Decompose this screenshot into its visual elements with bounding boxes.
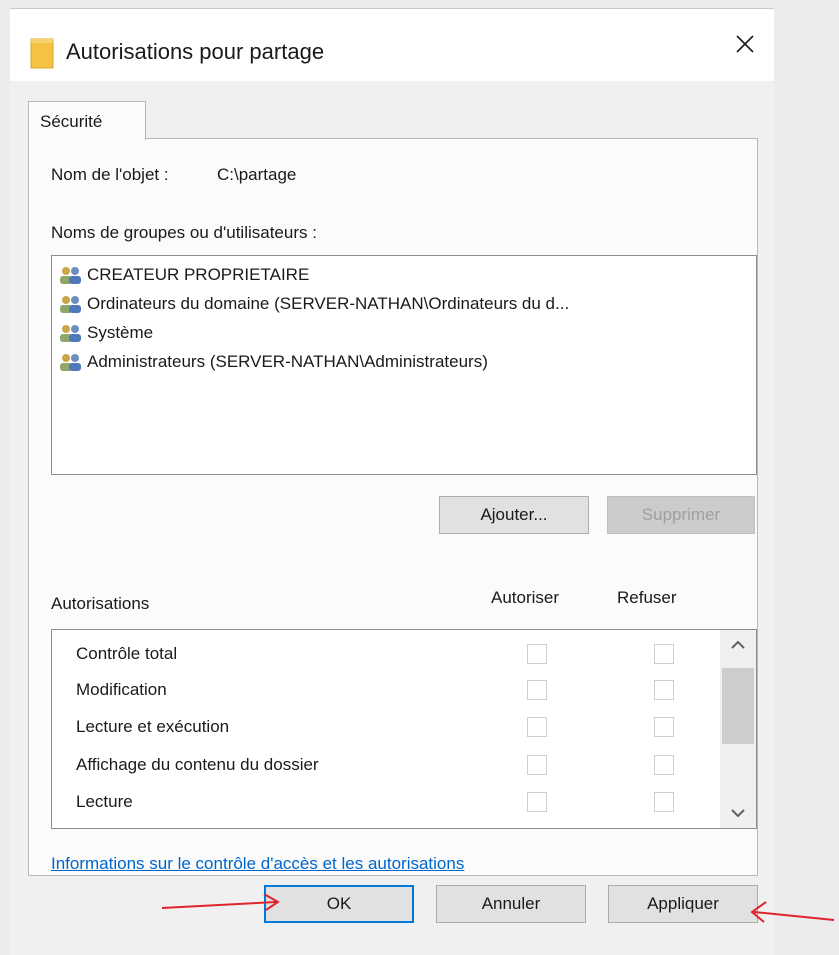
permission-name: Lecture et exécution bbox=[76, 717, 230, 736]
allow-checkbox[interactable] bbox=[527, 680, 547, 700]
deny-checkbox[interactable] bbox=[654, 792, 674, 812]
deny-checkbox[interactable] bbox=[654, 680, 674, 700]
list-item[interactable]: Administrateurs (SERVER-NATHAN\Administr… bbox=[58, 349, 488, 375]
users-icon bbox=[60, 267, 81, 284]
cancel-button[interactable]: Annuler bbox=[436, 885, 586, 923]
chevron-down-icon[interactable] bbox=[720, 798, 756, 828]
permission-name: Modification bbox=[76, 680, 167, 699]
object-name-label: Nom de l'objet : bbox=[51, 165, 169, 184]
title-bar: Autorisations pour partage bbox=[10, 9, 774, 81]
permissions-label: Autorisations bbox=[51, 594, 150, 613]
permission-row: Lecture et exécution bbox=[52, 709, 712, 747]
deny-checkbox[interactable] bbox=[654, 644, 674, 664]
apply-button[interactable]: Appliquer bbox=[608, 885, 758, 923]
scroll-thumb[interactable] bbox=[722, 668, 754, 744]
deny-header: Refuser bbox=[617, 588, 677, 607]
object-name-value: C:\partage bbox=[217, 165, 297, 184]
group-name: CREATEUR PROPRIETAIRE bbox=[87, 265, 310, 284]
users-icon bbox=[60, 325, 81, 342]
deny-checkbox[interactable] bbox=[654, 755, 674, 775]
group-name: Administrateurs (SERVER-NATHAN\Administr… bbox=[87, 352, 488, 371]
folder-icon bbox=[30, 38, 54, 69]
permission-row: Affichage du contenu du dossier bbox=[52, 747, 712, 785]
permissions-list: Contrôle total Modification Lecture et e… bbox=[51, 629, 757, 829]
remove-button: Supprimer bbox=[607, 496, 755, 534]
allow-checkbox[interactable] bbox=[527, 644, 547, 664]
access-control-info-link[interactable]: Informations sur le contrôle d'accès et … bbox=[51, 854, 464, 874]
arrow-to-apply-annotation bbox=[750, 901, 835, 923]
close-icon[interactable] bbox=[732, 31, 758, 57]
permissions-scrollbar[interactable] bbox=[720, 630, 756, 828]
list-item[interactable]: CREATEUR PROPRIETAIRE bbox=[58, 262, 309, 288]
permissions-dialog: Autorisations pour partage Sécurité Nom … bbox=[10, 8, 774, 955]
window-title: Autorisations pour partage bbox=[66, 39, 325, 64]
list-item[interactable]: Système bbox=[58, 320, 153, 346]
list-item[interactable]: Ordinateurs du domaine (SERVER-NATHAN\Or… bbox=[58, 291, 569, 317]
group-name: Système bbox=[87, 323, 154, 342]
permission-name: Affichage du contenu du dossier bbox=[76, 755, 319, 774]
group-name: Ordinateurs du domaine (SERVER-NATHAN\Or… bbox=[87, 294, 570, 313]
permission-row: Contrôle total bbox=[52, 636, 712, 674]
allow-checkbox[interactable] bbox=[527, 755, 547, 775]
tab-securite[interactable]: Sécurité bbox=[28, 101, 146, 140]
tab-label: Sécurité bbox=[40, 112, 103, 131]
arrow-to-ok-annotation bbox=[161, 894, 280, 911]
ok-button[interactable]: OK bbox=[264, 885, 414, 923]
users-icon bbox=[60, 296, 81, 313]
permission-row: Lecture bbox=[52, 784, 712, 822]
groups-list[interactable]: CREATEUR PROPRIETAIRE Ordinateurs du dom… bbox=[51, 255, 757, 475]
allow-checkbox[interactable] bbox=[527, 717, 547, 737]
deny-checkbox[interactable] bbox=[654, 717, 674, 737]
add-button[interactable]: Ajouter... bbox=[439, 496, 589, 534]
allow-header: Autoriser bbox=[491, 588, 560, 607]
chevron-up-icon[interactable] bbox=[720, 630, 756, 660]
groups-label: Noms de groupes ou d'utilisateurs : bbox=[51, 223, 317, 242]
permission-name: Contrôle total bbox=[76, 644, 178, 663]
users-icon bbox=[60, 354, 81, 371]
permission-name: Lecture bbox=[76, 792, 133, 811]
allow-checkbox[interactable] bbox=[527, 792, 547, 812]
permission-row: Modification bbox=[52, 672, 712, 710]
security-panel: Nom de l'objet : C:\partage Noms de grou… bbox=[28, 138, 758, 876]
